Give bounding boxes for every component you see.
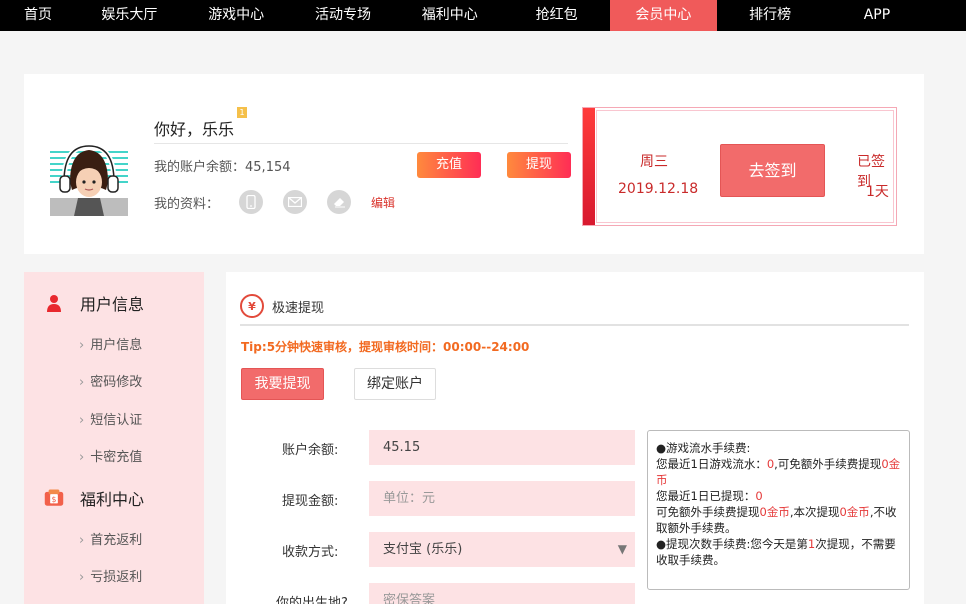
mail-icon[interactable]: [283, 190, 308, 214]
withdraw-panel: ¥ 极速提现 Tip:5分钟快速审核，提现审核时间：00:00--24:00 我…: [226, 272, 924, 604]
payment-method-value: 支付宝 (乐乐): [383, 542, 463, 557]
sidebar-section-title: 用户信息: [80, 295, 145, 314]
eraser-icon[interactable]: [327, 190, 352, 214]
divider: [154, 143, 568, 144]
section-title: ¥ 极速提现: [240, 294, 324, 318]
notice-line: ●游戏流水手续费:: [656, 441, 751, 455]
edit-link[interactable]: 编辑: [371, 194, 395, 211]
nav-item-lobby[interactable]: 娱乐大厅: [76, 0, 183, 31]
sidebar-section-user[interactable]: 用户信息: [44, 291, 144, 315]
signed-days: 1天: [866, 184, 889, 200]
date: 2019.12.18: [618, 181, 699, 197]
level-badge: 1: [237, 107, 247, 118]
svg-text:$: $: [52, 495, 57, 504]
weekday: 周三: [640, 154, 668, 170]
profile-panel: 你好，乐乐 1 我的账户余额：45,154 充值 提现 我的资料： 编辑 周三 …: [24, 74, 924, 254]
sidebar-section-title: 福利中心: [80, 490, 145, 509]
birthplace-field-label: 你的出生地?: [276, 596, 348, 604]
fee-notice: ●游戏流水手续费: 您最近1日游戏流水：0,可免额外手续费提现0金币 您最近1日…: [647, 430, 910, 590]
nav-item-games[interactable]: 游戏中心: [183, 0, 290, 31]
notice-line: 您最近1日游戏流水：0,可免额外手续费提现0金币: [656, 457, 901, 487]
balance-label: 我的账户余额：: [154, 160, 246, 175]
sidebar-item-loss-rebate[interactable]: 亏损返利: [79, 566, 142, 585]
payment-method-select[interactable]: 支付宝 (乐乐) ▼: [369, 532, 635, 567]
nav-item-home[interactable]: 首页: [0, 0, 76, 31]
balance-value: 45,154: [245, 160, 291, 175]
sidebar-item-card-recharge[interactable]: 卡密充值: [79, 446, 142, 465]
phone-icon[interactable]: [239, 190, 264, 214]
sidebar: 用户信息 用户信息 密码修改 短信认证 卡密充值 $ 福利中心 首充返利 亏损返…: [24, 272, 204, 604]
signin-button[interactable]: 去签到: [720, 144, 825, 197]
notice-line: 您最近1日已提现：0: [656, 489, 763, 503]
sidebar-section-welfare[interactable]: $ 福利中心: [44, 486, 144, 510]
tip-text: Tip:5分钟快速审核，提现审核时间：00:00--24:00: [241, 340, 530, 354]
tab-withdraw[interactable]: 我要提现: [241, 368, 324, 400]
sidebar-item-sms[interactable]: 短信认证: [79, 409, 142, 428]
section-title-text: 极速提现: [272, 300, 325, 316]
user-icon: [44, 293, 64, 313]
section-divider: [240, 324, 909, 326]
balance-field: 45.15: [369, 430, 635, 465]
info-label: 我的资料：: [154, 196, 220, 212]
avatar: [50, 138, 128, 216]
caret-down-icon: ▼: [617, 542, 627, 556]
balance-line: 我的账户余额：45,154: [154, 156, 291, 175]
signin-box: 周三 2019.12.18 去签到 已签到 1天: [582, 107, 897, 226]
amount-field-label: 提现金额:: [282, 494, 339, 509]
top-nav: 首页 娱乐大厅 游戏中心 活动专场 福利中心 抢红包 会员中心 排行榜 APP: [0, 0, 966, 31]
nav-item-redpacket[interactable]: 抢红包: [503, 0, 610, 31]
wallet-icon: $: [44, 488, 64, 508]
notice-line: ●提现次数手续费:您今天是第1次提现，不需要收取手续费。: [656, 537, 896, 567]
nav-item-app[interactable]: APP: [824, 0, 931, 31]
sidebar-item-user-info[interactable]: 用户信息: [79, 334, 142, 353]
signin-inner: 周三 2019.12.18 去签到 已签到 1天: [596, 110, 894, 223]
recharge-button[interactable]: 充值: [417, 152, 481, 178]
profile-info-line: 我的资料： 编辑: [154, 190, 395, 214]
method-field-label: 收款方式:: [282, 545, 339, 560]
yen-icon: ¥: [240, 294, 264, 318]
nav-item-ranking[interactable]: 排行榜: [717, 0, 824, 31]
nav-item-member[interactable]: 会员中心: [609, 0, 717, 31]
signin-accent-bar: [583, 108, 595, 225]
nav-item-events[interactable]: 活动专场: [290, 0, 397, 31]
sidebar-item-password[interactable]: 密码修改: [79, 371, 142, 390]
amount-input[interactable]: [369, 481, 635, 516]
security-answer-input[interactable]: [369, 583, 635, 604]
nav-item-welfare[interactable]: 福利中心: [396, 0, 503, 31]
balance-field-label: 账户余额:: [282, 443, 339, 458]
greeting-text: 你好，乐乐: [154, 120, 235, 139]
notice-line: 可免额外手续费提现0金币,本次提现0金币,不收取额外手续费。: [656, 505, 897, 535]
withdraw-button[interactable]: 提现: [507, 152, 571, 178]
tab-bind-account[interactable]: 绑定账户: [354, 368, 436, 400]
sidebar-item-first-recharge[interactable]: 首充返利: [79, 529, 142, 548]
